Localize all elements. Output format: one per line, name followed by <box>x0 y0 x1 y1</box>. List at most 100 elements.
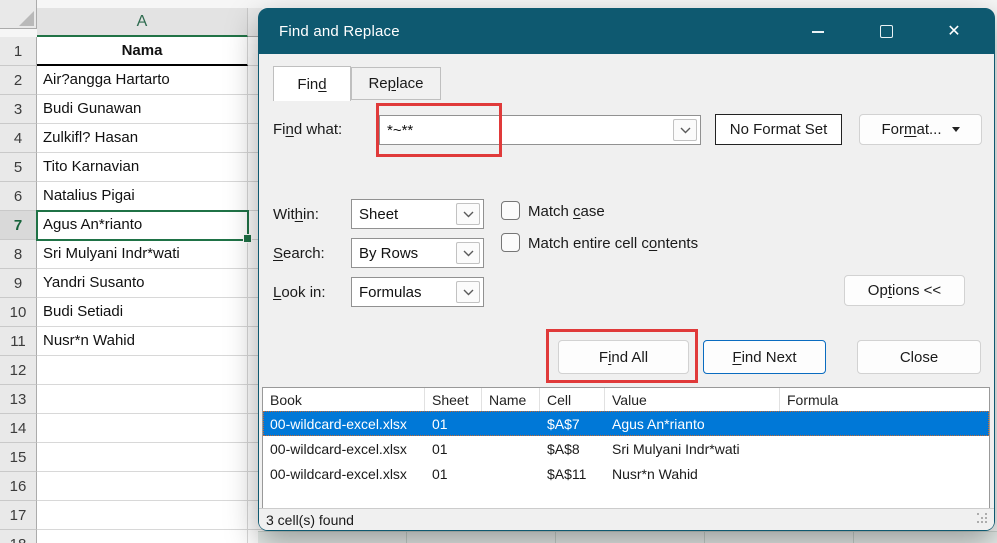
match-case-checkbox[interactable] <box>501 201 520 220</box>
find-next-button[interactable]: Find Next <box>703 340 826 374</box>
within-value: Sheet <box>359 205 399 223</box>
cell-A2[interactable]: Air?angga Hartarto <box>37 66 248 95</box>
result-row-3[interactable]: 00-wildcard-excel.xlsx 01 $A$11 Nusr*n Wahi… <box>263 461 989 486</box>
search-dropdown-button[interactable] <box>456 242 480 264</box>
no-format-set-preview: No Format Set <box>715 114 842 145</box>
col-sheet[interactable]: Sheet <box>425 388 482 411</box>
cell-A3[interactable]: Budi Gunawan <box>37 95 248 124</box>
col-cell[interactable]: Cell <box>540 388 605 411</box>
minimize-button[interactable] <box>804 18 832 46</box>
row-header-6[interactable]: 6 <box>0 182 37 211</box>
cell-A14[interactable] <box>37 414 248 443</box>
result-book: 00-wildcard-excel.xlsx <box>270 440 407 457</box>
result-row-2[interactable]: 00-wildcard-excel.xlsx 01 $A$8 Sri Mulyani … <box>263 436 989 461</box>
column-header-label: A <box>136 12 148 30</box>
cell-A4[interactable]: Zulkifl? Hasan <box>37 124 248 153</box>
result-value: Nusr*n Wahid <box>612 465 698 482</box>
row-header-17[interactable]: 17 <box>0 501 37 530</box>
col-book[interactable]: Book <box>263 388 425 411</box>
within-dropdown-button[interactable] <box>456 203 480 225</box>
excel-find-replace-screen: A 1 Nama 2 Air?angga Hartarto 3 Budi Gunawan 4… <box>0 0 997 543</box>
resize-grip[interactable] <box>977 513 989 525</box>
row-header-5[interactable]: 5 <box>0 153 37 182</box>
result-sheet: 01 <box>432 440 448 457</box>
tab-replace-label: Replace <box>368 75 424 92</box>
col-name[interactable]: Name <box>482 388 540 411</box>
col-formula[interactable]: Formula <box>780 388 989 411</box>
options-button[interactable]: Options << <box>844 275 965 306</box>
result-name <box>482 411 540 436</box>
find-and-replace-dialog: Find and Replace ✕ Replace Find Find wha… <box>258 8 995 531</box>
select-all-corner[interactable] <box>0 0 37 29</box>
format-button[interactable]: Format... <box>859 114 982 145</box>
look-in-dropdown-button[interactable] <box>456 281 480 303</box>
find-what-input[interactable]: *~** <box>379 115 701 145</box>
close-window-button[interactable]: ✕ <box>940 18 968 46</box>
cell-A17[interactable] <box>37 501 248 530</box>
result-row-1[interactable]: 00-wildcard-excel.xlsx 01 $A$7 Agus An*rian… <box>263 411 989 436</box>
cell-A12[interactable] <box>37 356 248 385</box>
row-header-11[interactable]: 11 <box>0 327 37 356</box>
row-header-14[interactable]: 14 <box>0 414 37 443</box>
result-book: 00-wildcard-excel.xlsx <box>270 465 407 482</box>
dialog-statusbar: 3 cell(s) found <box>259 508 994 530</box>
cell-A8[interactable]: Sri Mulyani Indr*wati <box>37 240 248 269</box>
row-header-1[interactable]: 1 <box>0 37 37 66</box>
match-entire-checkbox[interactable] <box>501 233 520 252</box>
caret-down-icon <box>951 127 960 132</box>
cell-A5[interactable]: Tito Karnavian <box>37 153 248 182</box>
format-button-label: Format... <box>881 121 942 138</box>
row-header-13[interactable]: 13 <box>0 385 37 414</box>
row-header-4[interactable]: 4 <box>0 124 37 153</box>
cell-A9[interactable]: Yandri Susanto <box>37 269 248 298</box>
match-case-label: Match case <box>528 203 605 220</box>
cell-A15[interactable] <box>37 443 248 472</box>
row-header-15[interactable]: 15 <box>0 443 37 472</box>
result-cell: $A$8 <box>547 440 580 457</box>
close-button[interactable]: Close <box>857 340 981 374</box>
find-all-button[interactable]: Find All <box>558 340 689 374</box>
result-formula <box>780 411 989 436</box>
row-header-16[interactable]: 16 <box>0 472 37 501</box>
row-header-8[interactable]: 8 <box>0 240 37 269</box>
row-header-10[interactable]: 10 <box>0 298 37 327</box>
row-header-12[interactable]: 12 <box>0 356 37 385</box>
cell-A1[interactable]: Nama <box>37 37 248 66</box>
fill-handle[interactable] <box>243 234 252 243</box>
match-entire-label: Match entire cell contents <box>528 235 699 252</box>
result-formula <box>780 461 989 486</box>
find-next-label: Find Next <box>732 348 797 366</box>
look-in-select[interactable]: Formulas <box>351 277 484 307</box>
tab-replace[interactable]: Replace <box>351 67 441 100</box>
col-value[interactable]: Value <box>605 388 780 411</box>
options-button-label: Options << <box>867 282 942 299</box>
row-header-2[interactable]: 2 <box>0 66 37 95</box>
row-header-3[interactable]: 3 <box>0 95 37 124</box>
find-what-label: Find what: <box>273 121 343 138</box>
close-icon: ✕ <box>947 22 961 40</box>
result-book: 00-wildcard-excel.xlsx <box>270 415 407 432</box>
find-what-dropdown-button[interactable] <box>673 119 697 141</box>
close-button-label: Close <box>899 348 939 366</box>
within-select[interactable]: Sheet <box>351 199 484 229</box>
cell-A11[interactable]: Nusr*n Wahid <box>37 327 248 356</box>
minimize-icon <box>812 30 824 33</box>
cell-A16[interactable] <box>37 472 248 501</box>
cell-A10[interactable]: Budi Setiadi <box>37 298 248 327</box>
row-header-18[interactable]: 18 <box>0 530 37 543</box>
search-value: By Rows <box>359 244 419 262</box>
tab-find[interactable]: Find <box>273 66 351 101</box>
tab-find-label: Find <box>297 75 327 93</box>
dialog-titlebar[interactable]: Find and Replace ✕ <box>259 9 994 54</box>
column-header-A[interactable]: A <box>37 8 248 37</box>
row-header-7[interactable]: 7 <box>0 211 37 240</box>
search-select[interactable]: By Rows <box>351 238 484 268</box>
cell-A13[interactable] <box>37 385 248 414</box>
result-sheet: 01 <box>432 465 448 482</box>
cell-A6[interactable]: Natalius Pigai <box>37 182 248 211</box>
result-formula <box>780 436 989 461</box>
maximize-button[interactable] <box>872 18 900 46</box>
cell-A7[interactable]: Agus An*rianto <box>36 210 249 241</box>
cell-A18[interactable] <box>37 530 248 543</box>
row-header-9[interactable]: 9 <box>0 269 37 298</box>
